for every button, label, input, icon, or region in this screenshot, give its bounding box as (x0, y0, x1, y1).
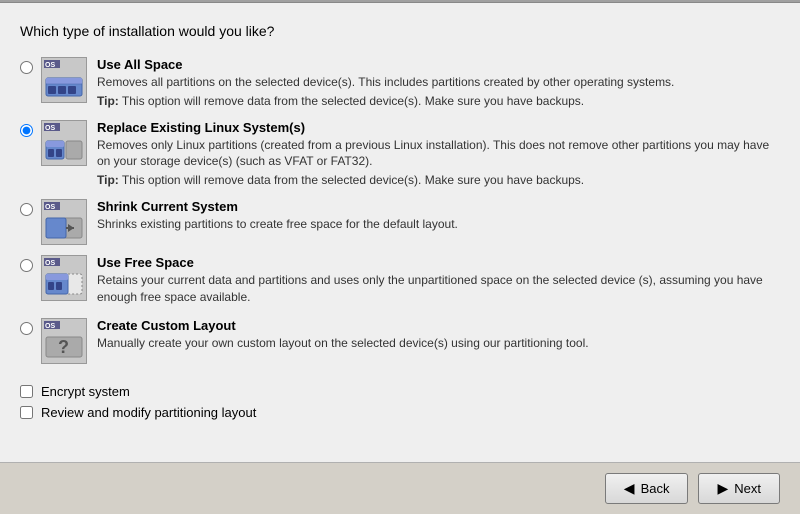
option-tip-replace-existing: Tip: This option will remove data from t… (97, 172, 780, 189)
back-button[interactable]: ◀ Back (605, 473, 689, 504)
checkbox-encrypt-label[interactable]: Encrypt system (41, 384, 130, 399)
radio-use-free-space[interactable] (20, 259, 33, 272)
option-tip-use-all-space: Tip: This option will remove data from t… (97, 93, 780, 110)
tip-label: Tip: (97, 94, 119, 108)
option-desc-create-custom: Manually create your own custom layout o… (97, 335, 780, 352)
option-use-all-space: OS OS Use All Space Removes all partitio… (20, 57, 780, 110)
svg-text:OS: OS (45, 323, 55, 330)
option-shrink-current: OS Shrink Current System Shrinks existin… (20, 199, 780, 245)
option-create-custom: OS ? Create Custom Layout Manually creat… (20, 318, 780, 364)
checkbox-review-row: Review and modify partitioning layout (20, 405, 780, 420)
radio-use-all-space[interactable] (20, 61, 33, 74)
checkboxes-section: Encrypt system Review and modify partiti… (20, 376, 780, 420)
checkbox-review-partitioning[interactable] (20, 406, 33, 419)
next-label: Next (734, 481, 761, 496)
next-icon: ▶ (717, 480, 728, 497)
option-text-use-all-space: Use All Space Removes all partitions on … (97, 57, 780, 110)
svg-text:OS: OS (45, 125, 55, 132)
tip-label-2: Tip: (97, 173, 119, 187)
option-use-free-space: OS Use Free Space Retains your current d… (20, 255, 780, 308)
page-question: Which type of installation would you lik… (20, 23, 780, 39)
option-text-use-free-space: Use Free Space Retains your current data… (97, 255, 780, 308)
svg-text:OS: OS (45, 204, 55, 211)
svg-text:OS: OS (45, 260, 55, 267)
main-content: Which type of installation would you lik… (0, 3, 800, 462)
radio-shrink-current[interactable] (20, 203, 33, 216)
svg-text:?: ? (58, 337, 69, 357)
back-icon: ◀ (624, 480, 635, 497)
option-replace-existing: OS Replace Existing Linux System(s) Remo… (20, 120, 780, 189)
option-desc-use-free-space: Retains your current data and partitions… (97, 272, 780, 306)
back-label: Back (641, 481, 670, 496)
next-button[interactable]: ▶ Next (698, 473, 780, 504)
checkbox-review-label[interactable]: Review and modify partitioning layout (41, 405, 256, 420)
icon-shrink-current: OS (41, 199, 87, 245)
option-desc-replace-existing: Removes only Linux partitions (created f… (97, 137, 780, 171)
icon-create-custom: OS ? (41, 318, 87, 364)
option-title-use-free-space: Use Free Space (97, 255, 780, 270)
option-title-replace-existing: Replace Existing Linux System(s) (97, 120, 780, 135)
option-text-create-custom: Create Custom Layout Manually create you… (97, 318, 780, 354)
option-title-shrink-current: Shrink Current System (97, 199, 780, 214)
radio-create-custom[interactable] (20, 322, 33, 335)
svg-text:OS: OS (45, 62, 55, 69)
icon-use-all-space: OS OS (41, 57, 87, 103)
icon-use-free-space: OS (41, 255, 87, 301)
radio-replace-existing[interactable] (20, 124, 33, 137)
checkbox-encrypt-system[interactable] (20, 385, 33, 398)
icon-replace-existing: OS (41, 120, 87, 166)
option-desc-use-all-space: Removes all partitions on the selected d… (97, 74, 780, 91)
checkbox-encrypt-row: Encrypt system (20, 384, 780, 399)
option-title-use-all-space: Use All Space (97, 57, 780, 72)
option-title-create-custom: Create Custom Layout (97, 318, 780, 333)
footer: ◀ Back ▶ Next (0, 462, 800, 514)
option-text-shrink-current: Shrink Current System Shrinks existing p… (97, 199, 780, 235)
option-desc-shrink-current: Shrinks existing partitions to create fr… (97, 216, 780, 233)
option-text-replace-existing: Replace Existing Linux System(s) Removes… (97, 120, 780, 189)
